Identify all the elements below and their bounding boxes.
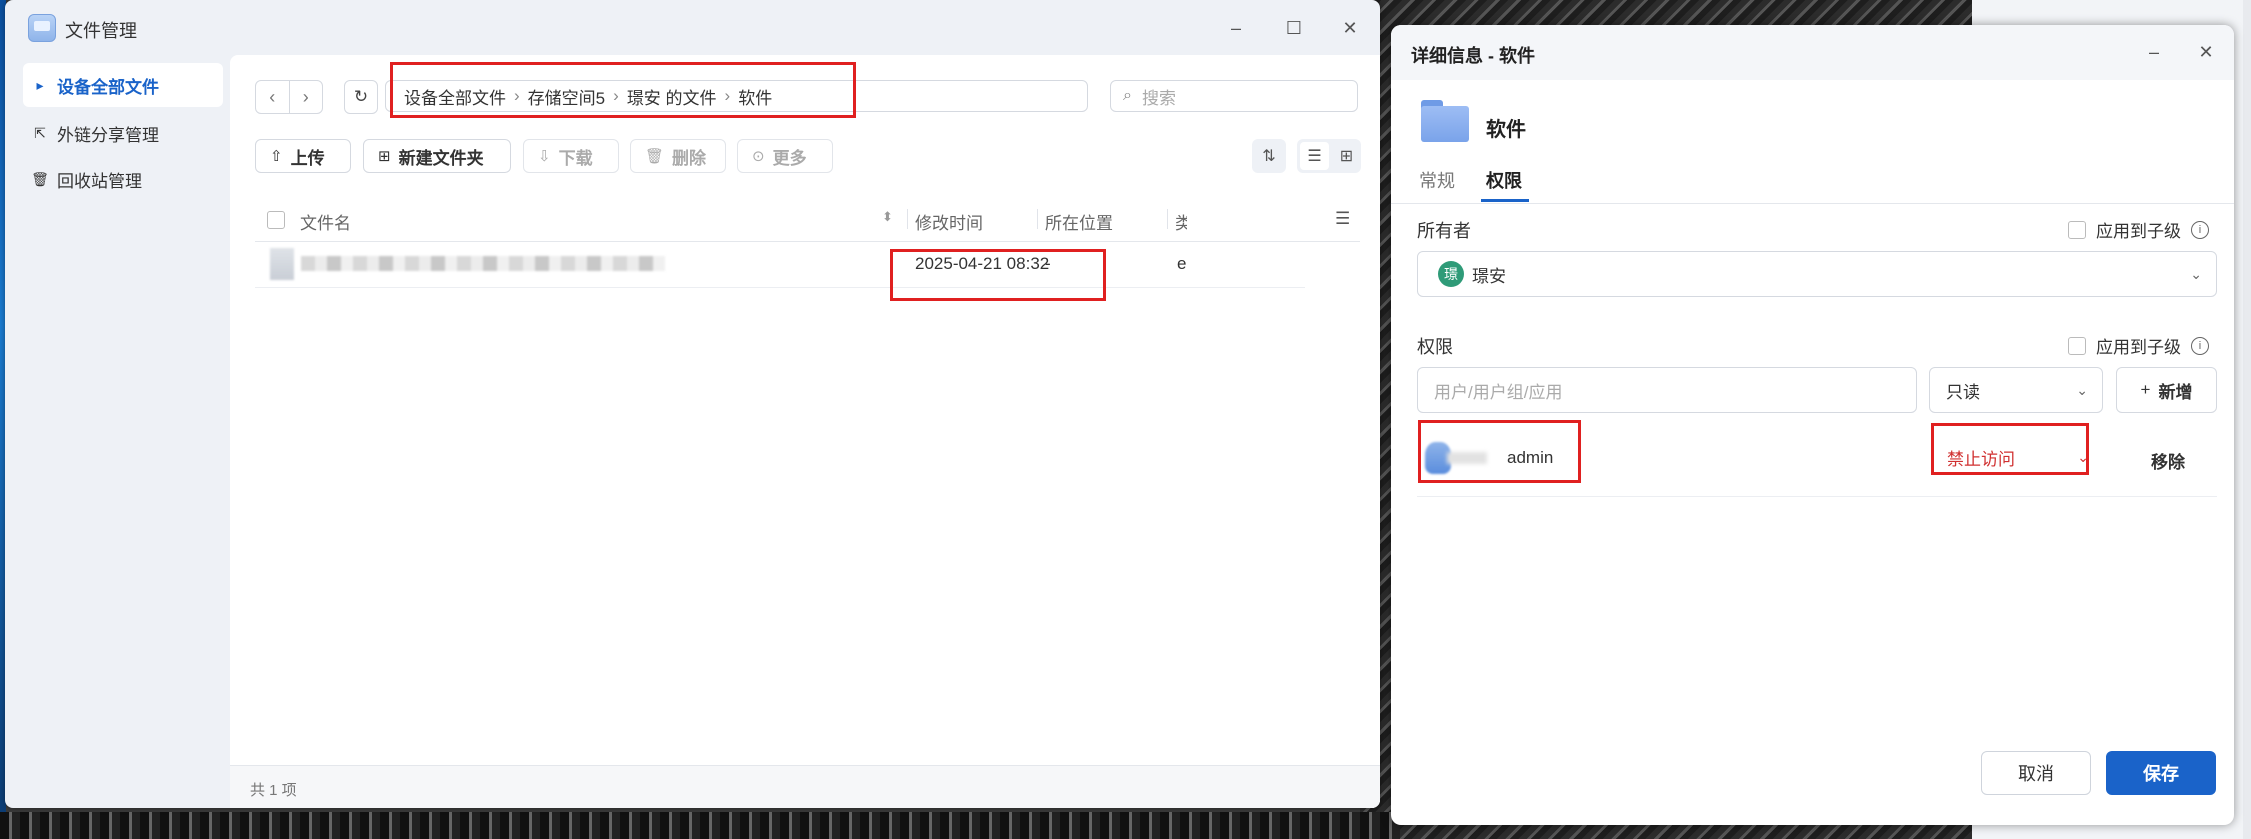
table-header: 文件名 ⬍ 修改时间 所在位置 类 ☰ [255, 197, 1360, 242]
type-partial: e [1177, 254, 1187, 273]
column-divider [1037, 209, 1038, 229]
sort-arrows-icon[interactable]: ⬍ [882, 209, 893, 225]
column-divider [907, 209, 908, 229]
table-row[interactable]: 2025-04-21 08:32 - e [255, 242, 1305, 288]
sidebar-item-share-links[interactable]: ⇱ 外链分享管理 [23, 111, 223, 155]
file-icon [270, 248, 294, 280]
owner-name: 璟安 [1472, 266, 1506, 286]
refresh-icon[interactable]: ↻ [344, 80, 378, 114]
cancel-button[interactable]: 取消 [1981, 751, 2091, 795]
avatar: 璟 [1438, 261, 1464, 287]
title-bar: 文件管理 – ☐ ✕ [5, 0, 1380, 55]
download-button[interactable]: ⇩ 下载 [523, 139, 619, 173]
info-icon[interactable]: i [2191, 220, 2209, 239]
sidebar: ▸ 设备全部文件 ⇱ 外链分享管理 🗑 回收站管理 [5, 55, 230, 808]
file-name-redacted [301, 256, 665, 271]
caret-right-icon: ▸ [36, 76, 44, 93]
highlight-box [390, 62, 856, 118]
column-settings-icon[interactable]: ☰ [1335, 209, 1350, 229]
dialog-header: 详细信息 - 软件 – ✕ [1391, 25, 2234, 80]
column-divider [1167, 209, 1168, 229]
column-location[interactable]: 所在位置 [1045, 209, 1113, 234]
maximize-icon[interactable]: ☐ [1280, 14, 1308, 42]
info-icon[interactable]: i [2191, 336, 2209, 355]
dialog-title: 详细信息 - 软件 [1411, 46, 1535, 66]
apply-to-children-owner[interactable]: 应用到子级 i [2068, 217, 2209, 242]
highlight-box [890, 249, 1106, 301]
minimize-icon[interactable]: – [1222, 14, 1250, 42]
new-folder-button[interactable]: ⊞ 新建文件夹 [363, 139, 511, 173]
sort-icon[interactable]: ⇅ [1252, 139, 1286, 173]
sidebar-item-all-files[interactable]: ▸ 设备全部文件 [23, 63, 223, 107]
owner-label: 所有者 [1417, 221, 1471, 241]
close-icon[interactable]: ✕ [1336, 14, 1364, 42]
delete-button[interactable]: 🗑 删除 [630, 139, 726, 173]
permission-level-select[interactable]: 只读 ⌄ [1929, 367, 2103, 413]
column-filename[interactable]: 文件名 [300, 209, 351, 234]
minimize-icon[interactable]: – [2140, 38, 2168, 66]
trash-icon: 🗑 [31, 170, 49, 187]
grid-view-icon[interactable]: ⊞ [1332, 139, 1361, 173]
search-input[interactable]: ⌕ 搜索 [1110, 80, 1358, 112]
delete-icon: 🗑 [645, 148, 665, 165]
item-count: 共 1 项 [250, 782, 297, 799]
plus-icon: + [2140, 380, 2151, 399]
highlight-box [1418, 420, 1581, 483]
apply-to-children-permission[interactable]: 应用到子级 i [2068, 333, 2209, 358]
permission-label: 权限 [1417, 337, 1453, 357]
more-button[interactable]: ⊙ 更多 [737, 139, 833, 173]
nav-buttons: ‹ › [255, 80, 323, 114]
background-window-edge [2243, 0, 2251, 839]
folder-icon [1421, 100, 1469, 142]
file-manager-logo-icon [28, 14, 56, 42]
divider [1391, 203, 2234, 204]
chevron-down-icon: ⌄ [2076, 381, 2088, 398]
tab-permissions[interactable]: 权限 [1486, 167, 1522, 193]
search-icon: ⌕ [1123, 87, 1132, 104]
user-search-input[interactable]: 用户/用户组/应用 [1417, 367, 1917, 413]
main-panel: ‹ › ↻ 设备全部文件 › 存储空间5 › 璟安 的文件 › 软件 ⌕ 搜索 ⇧ 上传… [230, 55, 1380, 808]
status-bar: 共 1 项 [230, 765, 1380, 808]
column-modified[interactable]: 修改时间 [915, 209, 983, 234]
new-folder-icon: ⊞ [378, 148, 391, 165]
add-permission-button[interactable]: + 新增 [2116, 367, 2217, 413]
forward-icon[interactable]: › [290, 81, 323, 113]
window-title: 文件管理 [65, 21, 137, 41]
tab-general[interactable]: 常规 [1419, 167, 1455, 193]
column-type[interactable]: 类 [1175, 209, 1187, 234]
close-icon[interactable]: ✕ [2192, 38, 2220, 66]
back-icon[interactable]: ‹ [256, 81, 290, 113]
detail-dialog: 详细信息 - 软件 – ✕ 软件 常规 权限 所有者 应用到子级 i 璟 璟安 … [1391, 25, 2234, 825]
apply-children-checkbox[interactable] [2068, 336, 2086, 355]
view-toggle: ☰ ⊞ [1297, 139, 1361, 173]
remove-button[interactable]: 移除 [2151, 448, 2185, 473]
save-button[interactable]: 保存 [2106, 751, 2216, 795]
select-all-checkbox[interactable] [267, 211, 285, 229]
folder-name: 软件 [1486, 119, 1526, 141]
highlight-box [1931, 423, 2089, 475]
upload-icon: ⇧ [270, 148, 283, 165]
share-link-icon: ⇱ [34, 124, 46, 141]
list-view-icon[interactable]: ☰ [1300, 142, 1329, 170]
chevron-down-icon: ⌄ [2190, 265, 2202, 282]
download-icon: ⇩ [538, 148, 551, 165]
sidebar-item-recycle-bin[interactable]: 🗑 回收站管理 [23, 157, 223, 201]
desktop-background-bottom [0, 812, 1400, 839]
apply-children-checkbox[interactable] [2068, 220, 2086, 239]
upload-button[interactable]: ⇧ 上传 [255, 139, 351, 173]
file-manager-window: 文件管理 – ☐ ✕ ▸ 设备全部文件 ⇱ 外链分享管理 🗑 回收站管理 ‹ ›… [5, 0, 1380, 808]
more-icon: ⊙ [752, 148, 765, 165]
active-tab-indicator [1481, 199, 1529, 202]
owner-select[interactable]: 璟 璟安 ⌄ [1417, 251, 2217, 297]
